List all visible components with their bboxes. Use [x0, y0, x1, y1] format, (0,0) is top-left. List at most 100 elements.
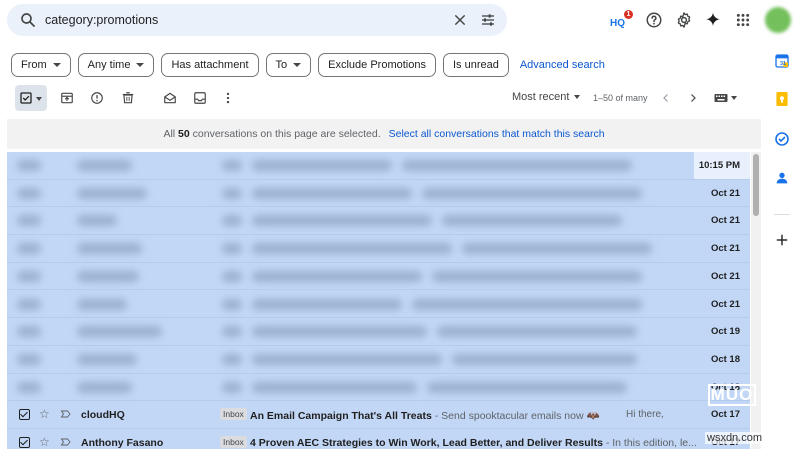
help-icon[interactable]	[645, 11, 663, 29]
star-icon[interactable]: ☆	[39, 435, 50, 449]
message-sender: Anthony Fasano	[81, 437, 164, 449]
more-options-icon[interactable]	[218, 88, 238, 108]
message-preview: Hi there,	[626, 409, 664, 421]
row-checkbox[interactable]	[19, 437, 30, 448]
settings-gear-icon[interactable]	[675, 11, 693, 29]
input-tools-keyboard-icon[interactable]	[712, 88, 738, 108]
redacted-content	[412, 298, 642, 310]
caret-down-icon[interactable]	[36, 97, 42, 101]
redacted-content	[17, 270, 41, 282]
redacted-content	[462, 243, 652, 255]
filter-chip-has-attachment[interactable]: Has attachment	[161, 52, 259, 77]
inbox-label-badge: Inbox	[220, 408, 247, 421]
message-snippet: - Send spooktacular emails now 🦇	[431, 410, 600, 423]
svg-text:31: 31	[780, 61, 786, 67]
redacted-content	[252, 243, 452, 255]
row-checkbox[interactable]	[19, 409, 30, 421]
contacts-icon[interactable]	[773, 169, 791, 187]
side-panel: 31	[764, 44, 800, 449]
redacted-content	[252, 298, 402, 310]
select-all-matching-link[interactable]: Select all conversations that match this…	[389, 128, 605, 140]
redacted-content	[252, 215, 432, 227]
message-row[interactable]: ☆ cloudHQ Inbox An Email Campaign That's…	[7, 401, 750, 429]
redacted-content	[252, 160, 392, 171]
add-addon-plus-icon[interactable]	[773, 231, 791, 249]
message-row-redacted[interactable]: Oct 18	[7, 374, 750, 402]
message-subject: 4 Proven AEC Strategies to Win Work, Lea…	[250, 437, 603, 449]
message-row-redacted[interactable]: 10:15 PM	[7, 152, 750, 180]
message-snippet: - In this edition, le...	[602, 437, 697, 449]
muo-watermark: MUO	[708, 384, 756, 406]
tasks-icon[interactable]	[773, 130, 791, 148]
inbox-label-badge: Inbox	[220, 436, 247, 448]
cloudhq-extension-icon[interactable]: 1 HQ	[610, 10, 633, 30]
chip-label: Has attachment	[171, 58, 249, 71]
star-icon[interactable]: ☆	[39, 407, 50, 421]
redacted-content	[222, 326, 242, 338]
move-to-icon[interactable]	[190, 88, 210, 108]
search-options-icon[interactable]	[480, 12, 496, 28]
message-sender: cloudHQ	[81, 409, 125, 422]
chip-label: To	[275, 58, 288, 71]
importance-marker-icon[interactable]	[60, 408, 72, 420]
redacted-content	[222, 381, 242, 393]
message-row-redacted[interactable]: Oct 21	[7, 263, 750, 291]
redacted-content	[77, 381, 132, 393]
message-date: 10:15 PM	[698, 160, 740, 171]
caret-down-icon	[730, 96, 737, 100]
mail-toolbar: Most recent 1–50 of many	[11, 84, 751, 112]
report-spam-icon[interactable]	[87, 88, 107, 108]
message-row-redacted[interactable]: Oct 21	[7, 291, 750, 319]
redacted-content	[422, 187, 642, 199]
caret-down-icon	[574, 95, 581, 99]
message-row-redacted[interactable]: Oct 21	[7, 235, 750, 263]
filter-chip-exclude-promotions[interactable]: Exclude Promotions	[318, 52, 436, 77]
message-date: Oct 21	[710, 270, 740, 282]
redacted-content	[17, 353, 41, 365]
message-row-redacted[interactable]: Oct 19	[7, 318, 750, 346]
older-page-chevron-icon[interactable]	[683, 88, 703, 108]
search-filter-chips: From Any time Has attachment To Exclude …	[11, 52, 605, 77]
redacted-content	[222, 353, 242, 365]
delete-trash-icon[interactable]	[118, 88, 138, 108]
redacted-content	[77, 298, 127, 310]
archive-icon[interactable]	[57, 88, 77, 108]
selection-message: All 50 conversations on this page are se…	[163, 128, 380, 140]
filter-chip-any-time[interactable]: Any time	[77, 52, 155, 77]
message-row-redacted[interactable]: Oct 18	[7, 346, 750, 374]
message-date: Oct 21	[710, 243, 740, 255]
gemini-sparkle-icon[interactable]	[704, 11, 722, 29]
select-all-button[interactable]	[15, 85, 47, 111]
search-input[interactable]	[45, 10, 425, 30]
filter-chip-to[interactable]: To	[265, 52, 312, 77]
filter-chip-from[interactable]: From	[11, 52, 71, 77]
calendar-icon[interactable]: 31	[773, 52, 791, 70]
keep-notes-icon[interactable]	[773, 90, 791, 108]
account-avatar[interactable]	[765, 7, 791, 33]
newer-page-chevron-icon[interactable]	[656, 88, 676, 108]
importance-marker-icon[interactable]	[60, 436, 72, 448]
message-subject: An Email Campaign That's All Treats	[250, 410, 432, 423]
advanced-search-link[interactable]: Advanced search	[520, 59, 605, 71]
filter-chip-is-unread[interactable]: Is unread	[442, 52, 509, 77]
chip-label: Is unread	[452, 58, 499, 71]
message-row-redacted[interactable]: Oct 21	[7, 180, 750, 208]
redacted-content	[17, 298, 41, 310]
redacted-content	[442, 215, 622, 227]
selection-suffix: conversations on this page are selected.	[192, 128, 381, 140]
sort-dropdown[interactable]: Most recent	[512, 91, 581, 103]
redacted-content	[252, 381, 417, 393]
message-date: Oct 21	[710, 215, 740, 227]
caret-down-icon	[52, 62, 61, 67]
message-row-redacted[interactable]: Oct 21	[7, 207, 750, 236]
mark-as-read-icon[interactable]	[160, 88, 180, 108]
clear-search-icon[interactable]	[452, 12, 468, 28]
search-box[interactable]	[7, 4, 507, 36]
search-icon[interactable]	[19, 11, 37, 29]
redacted-content	[77, 187, 147, 199]
scrollbar-thumb[interactable]	[753, 154, 759, 216]
apps-grid-icon[interactable]	[734, 11, 752, 29]
message-row[interactable]: ☆ Anthony Fasano Inbox 4 Proven AEC Stra…	[7, 429, 750, 449]
caret-down-icon	[136, 62, 145, 67]
redacted-content	[77, 326, 162, 338]
